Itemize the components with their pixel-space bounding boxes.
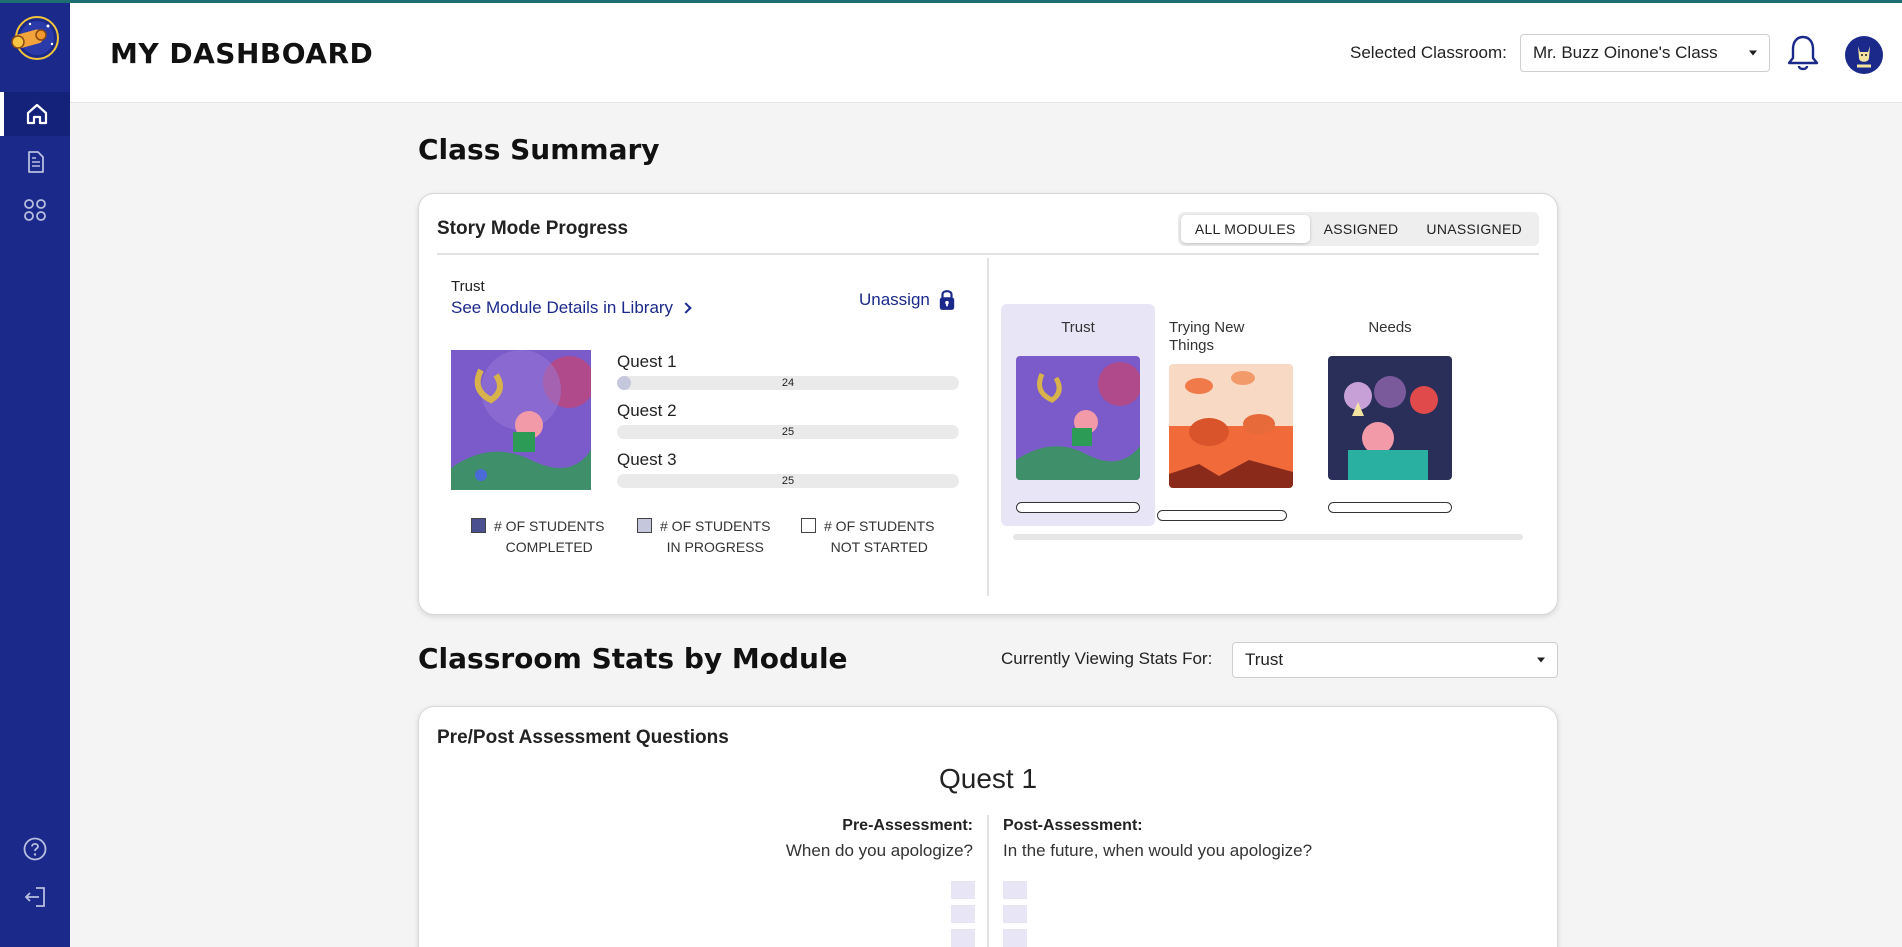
pre-assessment-label: Pre-Assessment: bbox=[842, 817, 973, 834]
post-assessment-question: In the future, when would you apologize? bbox=[1003, 841, 1313, 860]
quest-label: Quest 1 bbox=[617, 352, 677, 371]
module-tile-image bbox=[1328, 356, 1452, 480]
module-tile-title: Needs bbox=[1368, 319, 1412, 336]
quest-progress-bar: 24 bbox=[617, 376, 959, 390]
stats-module-select[interactable]: Trust bbox=[1232, 642, 1558, 678]
lock-icon bbox=[939, 290, 955, 310]
module-details-link-label: See Module Details in Library bbox=[451, 298, 674, 317]
post-chart-bar bbox=[1003, 881, 1027, 899]
chevron-right-icon bbox=[680, 302, 692, 314]
module-tile-image bbox=[1016, 356, 1140, 480]
post-chart-bar bbox=[1003, 929, 1027, 947]
selected-module-image bbox=[451, 350, 591, 490]
legend-text-line: # OF STUDENTS bbox=[824, 518, 935, 534]
module-scrollbar[interactable] bbox=[1013, 534, 1523, 540]
chevron-down-icon bbox=[1537, 657, 1545, 663]
module-tile-image bbox=[1169, 364, 1293, 488]
quest-student-count: 25 bbox=[781, 426, 795, 438]
class-summary-title: Class Summary bbox=[418, 133, 660, 166]
unassign-label: Unassign bbox=[859, 290, 930, 309]
legend-swatch-not-started bbox=[801, 518, 816, 533]
tab-unassigned[interactable]: UNASSIGNED bbox=[1412, 215, 1536, 243]
module-tile-progress-bar bbox=[1157, 510, 1287, 521]
module-tile-title: Trust bbox=[1061, 319, 1095, 336]
module-tile-progress-bar bbox=[1328, 502, 1452, 513]
legend-text-line: IN PROGRESS bbox=[666, 539, 764, 555]
legend-text-line: # OF STUDENTS bbox=[494, 518, 605, 534]
sidebar-item-home[interactable] bbox=[0, 92, 70, 136]
quest-progress-1: Quest 1 24 bbox=[617, 352, 959, 390]
viewing-stats-label: Currently Viewing Stats For: bbox=[1001, 649, 1213, 668]
panel-divider bbox=[987, 258, 989, 596]
quest-progress-2: Quest 2 25 bbox=[617, 401, 959, 439]
tab-assigned[interactable]: ASSIGNED bbox=[1310, 215, 1413, 243]
sidebar-item-help[interactable] bbox=[0, 827, 70, 871]
quest-student-count: 25 bbox=[781, 475, 795, 487]
sidebar-item-modules[interactable] bbox=[0, 188, 70, 232]
post-chart-bar bbox=[1003, 905, 1027, 923]
quest-progress-bar: 25 bbox=[617, 474, 959, 488]
tab-all-modules[interactable]: ALL MODULES bbox=[1180, 215, 1310, 243]
story-mode-progress-title: Story Mode Progress bbox=[437, 218, 629, 239]
pre-chart-bar bbox=[951, 905, 975, 923]
sidebar-item-library[interactable] bbox=[0, 140, 70, 184]
pre-assessment-question: When do you apologize? bbox=[785, 841, 973, 860]
module-tile-needs[interactable]: Needs bbox=[1313, 304, 1467, 526]
module-tile-trying-new-things[interactable]: Trying New Things bbox=[1157, 304, 1311, 526]
legend-text-line: # OF STUDENTS bbox=[660, 518, 771, 534]
quest-label: Quest 3 bbox=[617, 450, 677, 469]
module-tile-progress-bar bbox=[1016, 502, 1140, 513]
classroom-select-value: Mr. Buzz Oinone's Class bbox=[1533, 43, 1718, 62]
notification-bell-icon[interactable] bbox=[1786, 33, 1820, 73]
legend-text-line: COMPLETED bbox=[505, 539, 593, 555]
module-tile-title: Trying New Things bbox=[1169, 319, 1245, 354]
module-details-link[interactable]: See Module Details in Library bbox=[451, 298, 692, 318]
quest-label: Quest 2 bbox=[617, 401, 677, 420]
pre-chart-bar bbox=[951, 881, 975, 899]
selected-module-name: Trust bbox=[451, 278, 485, 295]
module-tile-trust[interactable]: Trust bbox=[1001, 304, 1155, 526]
help-icon bbox=[23, 837, 47, 861]
chevron-down-icon bbox=[1749, 50, 1757, 56]
legend-not-started: # OF STUDENTS NOT STARTED bbox=[801, 516, 934, 558]
story-mode-progress-card: Story Mode Progress ALL MODULES ASSIGNED… bbox=[418, 193, 1558, 615]
legend-swatch-in-progress bbox=[637, 518, 652, 533]
classroom-select[interactable]: Mr. Buzz Oinone's Class bbox=[1520, 34, 1770, 72]
unassign-button[interactable]: Unassign bbox=[859, 288, 956, 312]
legend-in-progress: # OF STUDENTS IN PROGRESS bbox=[637, 516, 770, 558]
avatar[interactable] bbox=[1845, 36, 1883, 74]
card-divider bbox=[437, 253, 1539, 255]
quest-progress-3: Quest 3 25 bbox=[617, 450, 959, 488]
legend-text-line: NOT STARTED bbox=[830, 539, 928, 555]
telescope-logo[interactable] bbox=[8, 14, 62, 62]
assessment-card-title: Pre/Post Assessment Questions bbox=[437, 727, 729, 748]
quest-student-count: 24 bbox=[781, 377, 795, 389]
assessment-card: Pre/Post Assessment Questions Quest 1 Pr… bbox=[418, 706, 1558, 947]
sidebar bbox=[0, 0, 70, 947]
stats-module-select-value: Trust bbox=[1245, 650, 1284, 669]
module-filter-tabs: ALL MODULES ASSIGNED UNASSIGNED bbox=[1177, 212, 1539, 246]
grid-icon bbox=[24, 199, 46, 221]
classroom-label: Selected Classroom: bbox=[1350, 43, 1507, 62]
assessment-quest-title: Quest 1 bbox=[938, 763, 1038, 794]
legend-completed: # OF STUDENTS COMPLETED bbox=[471, 516, 604, 558]
top-header: MY DASHBOARD Selected Classroom: Mr. Buz… bbox=[70, 3, 1902, 103]
legend-swatch-completed bbox=[471, 518, 486, 533]
pre-chart-bar bbox=[951, 929, 975, 947]
assessment-divider bbox=[987, 815, 989, 947]
logout-icon bbox=[24, 887, 45, 907]
quest-progress-bar: 25 bbox=[617, 425, 959, 439]
post-assessment-label: Post-Assessment: bbox=[1003, 817, 1143, 834]
document-icon bbox=[28, 151, 44, 173]
page-title: MY DASHBOARD bbox=[110, 37, 374, 70]
sidebar-item-logout[interactable] bbox=[0, 875, 70, 919]
home-icon bbox=[26, 103, 48, 125]
top-accent-line bbox=[0, 0, 1902, 3]
classroom-stats-title: Classroom Stats by Module bbox=[418, 642, 848, 675]
